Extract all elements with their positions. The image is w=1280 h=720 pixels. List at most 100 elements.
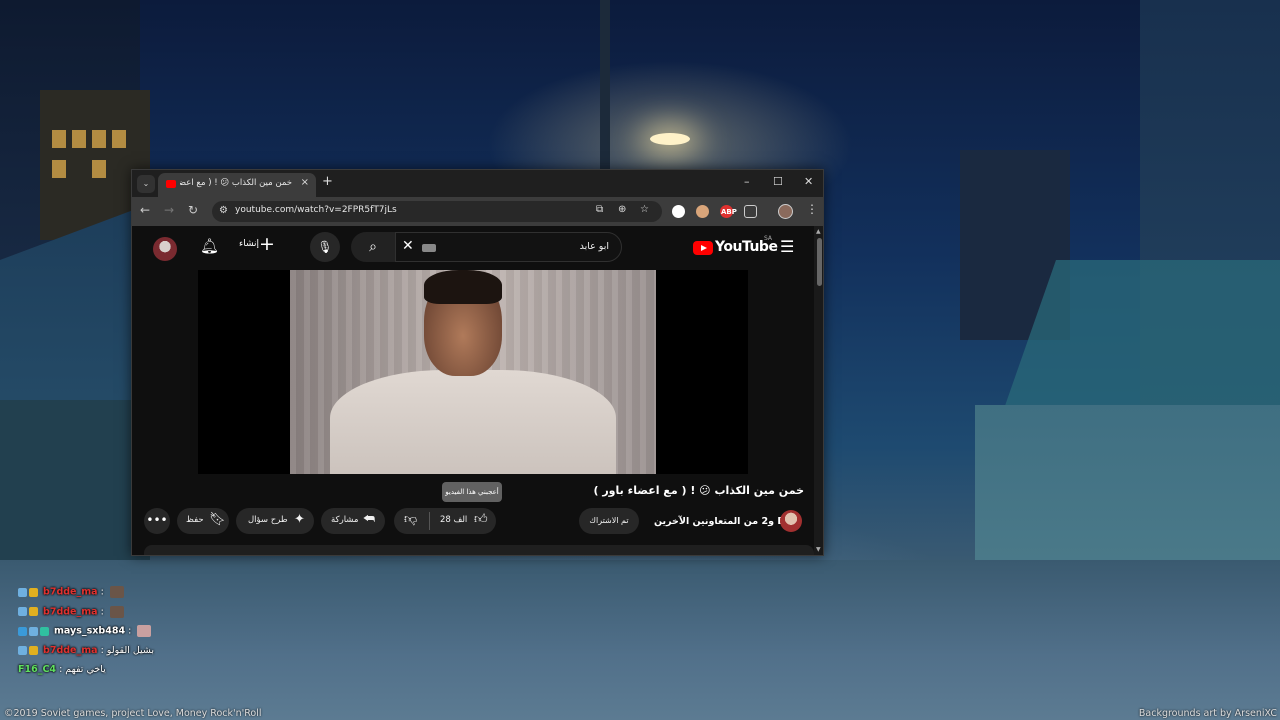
- scroll-up-icon[interactable]: ▲: [816, 228, 821, 235]
- tab-close-icon[interactable]: ×: [301, 177, 309, 188]
- chat-emote-icon: [109, 605, 124, 618]
- clear-search-icon[interactable]: ✕: [402, 238, 414, 254]
- chat-badge-icon: [29, 645, 38, 655]
- video-player[interactable]: [198, 270, 748, 474]
- install-app-icon[interactable]: ⧉: [596, 204, 603, 215]
- save-label: حفظ: [186, 515, 204, 525]
- region-code: SA: [764, 235, 773, 242]
- chat-message: b7dde_ma :: [18, 605, 154, 626]
- youtube-play-icon: [693, 241, 713, 255]
- description-box[interactable]: [144, 545, 814, 555]
- credit-left: ©2019 Soviet games, project Love, Money …: [4, 708, 262, 719]
- search-input[interactable]: ✕ ابو عابد: [395, 232, 622, 262]
- video-frame[interactable]: [290, 270, 656, 474]
- search-button-icon[interactable]: ⌕: [351, 232, 395, 262]
- chat-username: mays_sxb484: [54, 625, 126, 637]
- ask-button[interactable]: طرح سؤال ✦: [236, 508, 314, 534]
- extensions-puzzle-icon[interactable]: [744, 205, 757, 218]
- site-info-icon[interactable]: ⚙: [219, 205, 228, 216]
- chat-emote-icon: [137, 625, 152, 637]
- chat-badge-icon: [18, 607, 27, 616]
- keyboard-icon[interactable]: [422, 244, 436, 252]
- forward-button[interactable]: →: [164, 203, 174, 217]
- account-avatar[interactable]: [153, 237, 177, 261]
- chat-badge-icon: [29, 607, 38, 616]
- chat-badge-icon: [40, 626, 49, 636]
- guide-menu-icon[interactable]: ☰: [780, 237, 794, 256]
- scroll-thumb[interactable]: [817, 238, 822, 286]
- reload-button[interactable]: ↻: [188, 203, 198, 217]
- adblock-label: ABP: [721, 208, 737, 216]
- page-scrollbar[interactable]: ▲ ▼: [814, 226, 823, 555]
- browser-window: ⌄ خمن مين الكذاب 😕 ! ( مع اعضاء × + – ☐ …: [131, 169, 824, 556]
- share-label: مشاركة: [331, 515, 359, 525]
- more-actions-icon[interactable]: •••: [144, 508, 170, 534]
- video-person-hoodie: [330, 370, 616, 474]
- search-query[interactable]: ابو عابد: [580, 241, 609, 252]
- youtube-masthead: 🔔︎ إنشاء + 🎙︎ ⌕ ✕ ابو عابد YouTube SA ☰: [132, 226, 823, 270]
- chat-text: بشيل القولو: [106, 644, 155, 656]
- credit-right: Backgrounds art by ArseniXC: [1138, 708, 1277, 719]
- browser-toolbar: ← → ↻ ⚙ youtube.com/watch?v=2FPR5fT7jLs …: [132, 197, 823, 226]
- chat-badge-icon: [18, 645, 27, 655]
- chat-text: ياخي تفهم: [65, 664, 106, 675]
- close-window-button[interactable]: ✕: [804, 175, 813, 188]
- video-actions-row: ••• حفظ 🔖︎ طرح سؤال ✦ مشاركة ⮪ 👎︎ 28 الف…: [132, 508, 823, 536]
- tab-search-button[interactable]: ⌄: [137, 175, 155, 193]
- like-tooltip: أعجبني هذا الفيديو: [442, 482, 502, 502]
- like-count[interactable]: 28 الف: [440, 515, 467, 525]
- chat-badge-icon: [18, 626, 27, 636]
- chat-message: F16_C4 : ياخي تفهم: [18, 664, 106, 675]
- video-title: خمن مين الكذاب 😕 ! ( مع اعضاء باور ): [593, 484, 804, 497]
- chat-badge-icon: [29, 587, 38, 597]
- chat-badge-icon: [29, 626, 38, 636]
- profile-avatar[interactable]: [778, 204, 793, 219]
- new-tab-button[interactable]: +: [322, 174, 333, 189]
- create-label[interactable]: إنشاء: [239, 239, 259, 249]
- extension-face-icon[interactable]: [696, 205, 709, 218]
- like-button-icon[interactable]: 👍︎: [474, 512, 488, 527]
- browser-menu-icon[interactable]: ⋮: [806, 202, 818, 216]
- chat-username: b7dde_ma: [43, 586, 98, 598]
- share-button[interactable]: مشاركة ⮪: [321, 508, 385, 534]
- address-bar[interactable]: ⚙ youtube.com/watch?v=2FPR5fT7jLs ⧉ ⊕ ☆: [212, 201, 662, 222]
- save-button[interactable]: حفظ 🔖︎: [177, 508, 229, 534]
- stream-chat: b7dde_ma : b7dde_ma : mays_sxb484 : b7dd…: [18, 586, 154, 684]
- chat-username: F16_C4: [18, 664, 57, 675]
- share-arrow-icon: ⮪: [363, 512, 376, 527]
- subscribed-button[interactable]: تم الاشتراك: [579, 508, 639, 534]
- create-plus-icon[interactable]: +: [259, 233, 275, 255]
- ask-label: طرح سؤال: [248, 515, 288, 525]
- scroll-down-icon[interactable]: ▼: [816, 546, 821, 553]
- chat-username: b7dde_ma: [43, 644, 98, 656]
- street-pole: [600, 0, 610, 175]
- chat-message: mays_sxb484 :: [18, 625, 154, 645]
- tab-youtube-video[interactable]: خمن مين الكذاب 😕 ! ( مع اعضاء ×: [158, 173, 316, 197]
- like-divider: [429, 512, 430, 530]
- zoom-icon[interactable]: ⊕: [618, 204, 626, 215]
- url-text[interactable]: youtube.com/watch?v=2FPR5fT7jLs: [235, 205, 397, 215]
- youtube-favicon-icon: [166, 180, 176, 188]
- sparkle-icon: ✦: [294, 512, 305, 527]
- background-street: [0, 560, 1280, 720]
- extension-diamond-icon[interactable]: [672, 205, 685, 218]
- video-person-hair: [424, 270, 502, 304]
- chat-message: b7dde_ma : بشيل القولو: [18, 645, 154, 665]
- notifications-bell-icon[interactable]: 🔔︎: [200, 237, 219, 255]
- maximize-button[interactable]: ☐: [773, 175, 783, 188]
- back-button[interactable]: ←: [140, 203, 150, 217]
- chat-message: b7dde_ma :: [18, 586, 154, 606]
- voice-search-mic-icon[interactable]: 🎙︎: [310, 232, 340, 262]
- tab-title: خمن مين الكذاب 😕 ! ( مع اعضاء: [180, 178, 292, 188]
- channel-name[interactable]: B7 و2 من المتعاونين الآخرين: [654, 516, 791, 527]
- dislike-button-icon[interactable]: 👎︎: [404, 512, 417, 527]
- background-wall-right: [975, 405, 1280, 585]
- background-house: [0, 400, 150, 580]
- chat-badge-icon: [18, 587, 27, 597]
- minimize-button[interactable]: –: [744, 175, 750, 188]
- tab-bar: ⌄ خمن مين الكذاب 😕 ! ( مع اعضاء × + – ☐ …: [132, 170, 823, 197]
- bookmark-star-icon[interactable]: ☆: [640, 204, 649, 215]
- bookmark-icon: 🔖︎: [209, 512, 226, 527]
- street-lamp: [650, 133, 690, 145]
- channel-avatar[interactable]: [780, 510, 802, 532]
